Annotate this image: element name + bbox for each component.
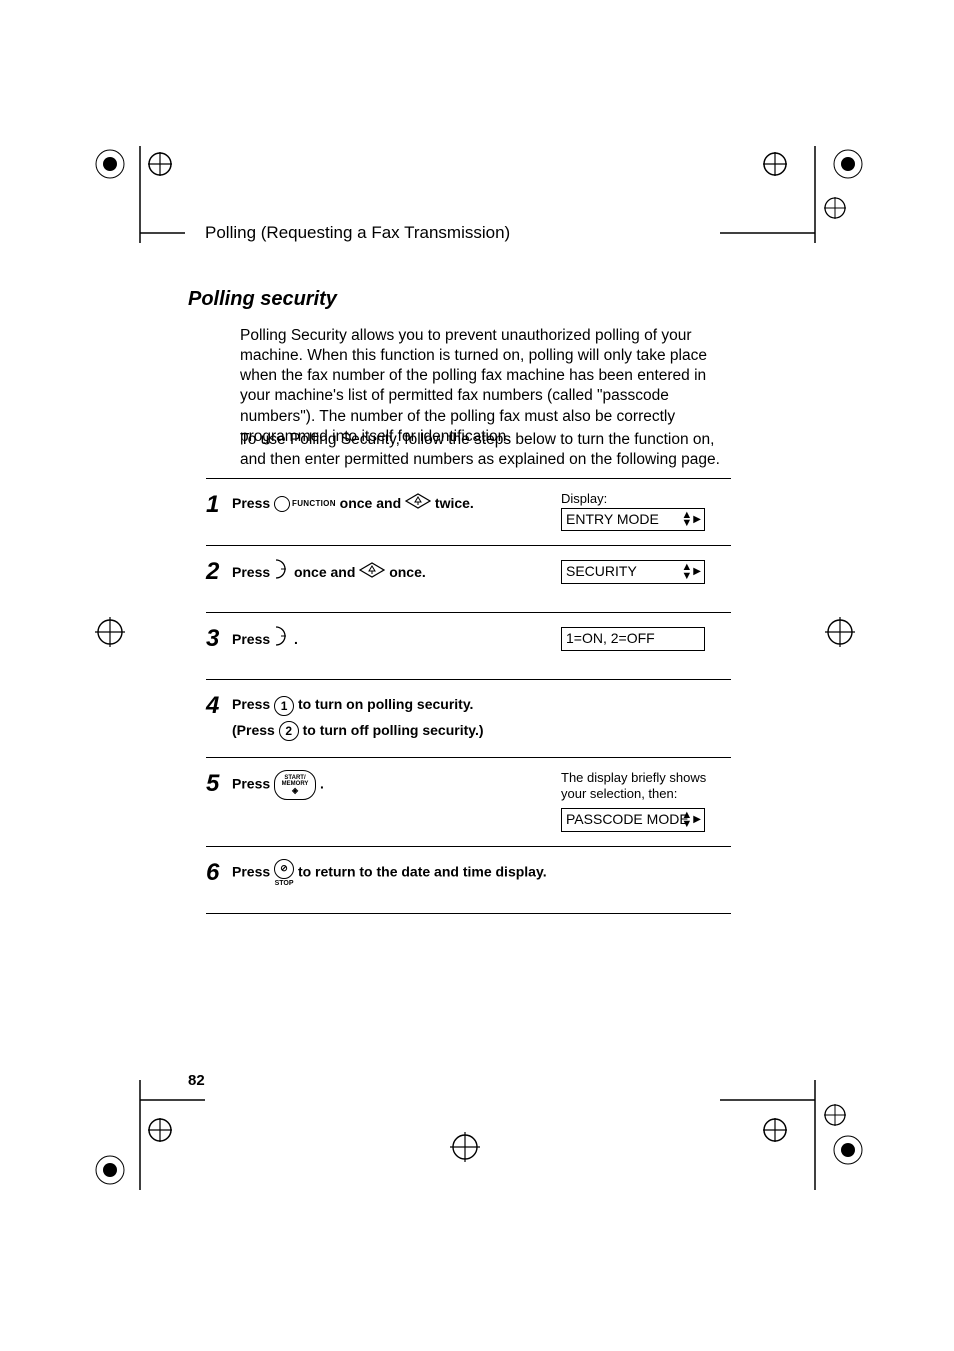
lcd-text: ENTRY MODE — [566, 511, 659, 527]
display-note: The display briefly shows your selection… — [561, 770, 731, 803]
lcd-display: ENTRY MODE ▲▼▶ — [561, 508, 705, 531]
updown-right-arrow-icon: ▲▼▶ — [681, 511, 701, 529]
stop-button-icon: ⊘ STOP — [274, 859, 294, 887]
text: Press — [232, 775, 270, 791]
steps-table: 1 Press FUNCTION once and twice. Display… — [206, 478, 731, 914]
paragraph-2: To use Polling Security, follow the step… — [240, 430, 730, 470]
lcd-text: 1=ON, 2=OFF — [566, 630, 655, 646]
step-4: 4 Press 1 to turn on polling security. (… — [206, 679, 731, 756]
text: to turn off polling security.) — [303, 722, 484, 738]
text: . — [320, 775, 324, 791]
step-display-col: Display: ENTRY MODE ▲▼▶ — [561, 491, 731, 531]
text: once and — [294, 564, 355, 580]
text: Press — [232, 863, 270, 879]
text: to return to the date and time display. — [298, 863, 547, 879]
lcd-display: SECURITY ▲▼▶ — [561, 560, 705, 583]
keypad-1-icon: 1 — [274, 696, 294, 716]
running-header: Polling (Requesting a Fax Transmission) — [205, 223, 510, 243]
step-instruction: Press once and once. — [232, 558, 561, 588]
text: twice. — [435, 495, 474, 511]
crop-marks-bottom-center — [440, 1125, 500, 1170]
step-number: 2 — [206, 558, 232, 584]
paragraph-1: Polling Security allows you to prevent u… — [240, 326, 730, 447]
crop-marks-top-right — [720, 128, 870, 248]
step-instruction: Press ⊘ STOP to return to the date and t… — [232, 859, 561, 887]
lcd-display: 1=ON, 2=OFF — [561, 627, 705, 650]
step-instruction: Press 1 to turn on polling security. (Pr… — [232, 692, 561, 742]
text: Press — [232, 696, 270, 712]
function-label: FUNCTION — [292, 497, 336, 511]
lcd-text: PASSCODE MODE — [566, 811, 689, 827]
text: once and — [340, 495, 401, 511]
down-arrow-diamond-icon — [359, 561, 385, 586]
section-title: Polling security — [188, 288, 337, 311]
step-number: 3 — [206, 625, 232, 651]
step-1: 1 Press FUNCTION once and twice. Display… — [206, 478, 731, 545]
step-display-col: SECURITY ▲▼▶ — [561, 558, 731, 583]
step-number: 4 — [206, 692, 232, 718]
step-5: 5 Press START/ MEMORY ◈ . The display br… — [206, 757, 731, 846]
text: (Press — [232, 722, 275, 738]
crop-marks-bottom-right — [720, 1080, 880, 1200]
down-arrow-diamond-icon — [405, 492, 431, 517]
text: . — [294, 631, 298, 647]
display-label: Display: — [561, 491, 607, 506]
step-number: 6 — [206, 859, 232, 885]
crop-marks-mid-left — [85, 610, 145, 655]
text: Press — [232, 564, 270, 580]
crop-marks-mid-right — [815, 610, 875, 655]
keypad-2-icon: 2 — [279, 721, 299, 741]
step-display-col: 1=ON, 2=OFF — [561, 625, 731, 650]
step-3: 3 Press . 1=ON, 2=OFF — [206, 612, 731, 679]
right-halfcircle-icon — [274, 558, 290, 588]
step-instruction: Press FUNCTION once and twice. — [232, 491, 561, 517]
text: to turn on polling security. — [298, 696, 474, 712]
updown-right-arrow-icon: ▲▼▶ — [681, 811, 701, 829]
step-display-col: The display briefly shows your selection… — [561, 770, 731, 832]
page: Polling (Requesting a Fax Transmission) … — [0, 0, 954, 1351]
text: once. — [389, 564, 426, 580]
text: Press — [232, 495, 270, 511]
step-6: 6 Press ⊘ STOP to return to the date and… — [206, 846, 731, 914]
crop-marks-top-left — [75, 128, 185, 248]
step-instruction: Press START/ MEMORY ◈ . — [232, 770, 561, 800]
step-number: 5 — [206, 770, 232, 796]
lcd-text: SECURITY — [566, 563, 637, 579]
crop-marks-bottom-left — [75, 1080, 205, 1200]
right-halfcircle-icon — [274, 625, 290, 655]
page-number: 82 — [188, 1072, 205, 1089]
step-instruction: Press . — [232, 625, 561, 655]
lcd-display: PASSCODE MODE ▲▼▶ — [561, 808, 705, 831]
updown-right-arrow-icon: ▲▼▶ — [681, 563, 701, 581]
step-2: 2 Press once and once. SECURITY ▲▼▶ — [206, 545, 731, 612]
label: STOP — [275, 880, 294, 887]
function-button-icon: FUNCTION — [274, 496, 336, 512]
text: Press — [232, 631, 270, 647]
start-memory-button-icon: START/ MEMORY ◈ — [274, 770, 316, 800]
step-number: 1 — [206, 491, 232, 517]
